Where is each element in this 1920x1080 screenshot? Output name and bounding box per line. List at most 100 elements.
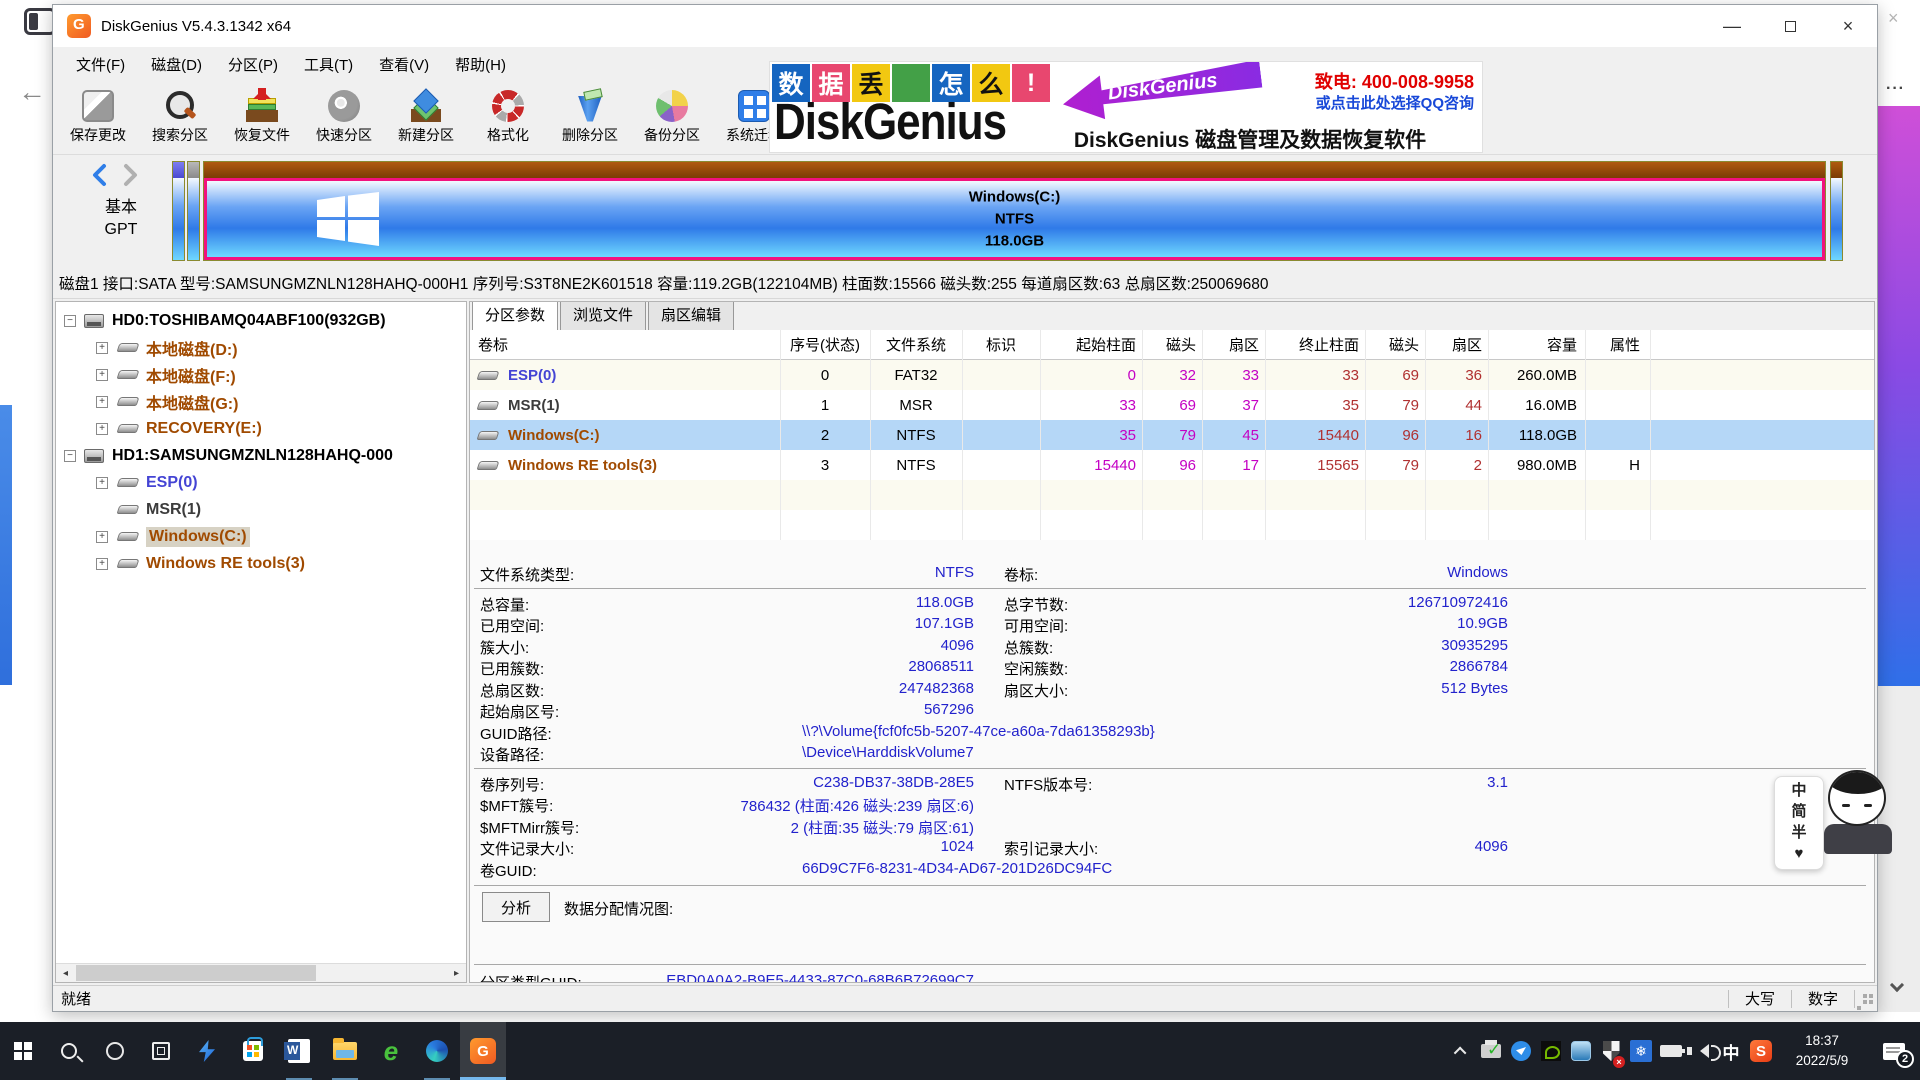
partition-icon bbox=[117, 478, 140, 487]
tree-item-msr[interactable]: MSR(1) bbox=[56, 496, 466, 523]
taskbar-app-diskgenius[interactable]: G bbox=[460, 1022, 506, 1080]
expand-icon[interactable]: + bbox=[96, 396, 108, 408]
battery-icon bbox=[1660, 1045, 1682, 1057]
taskbar-clock[interactable]: 18:372022/5/9 bbox=[1776, 1031, 1868, 1072]
action-center-button[interactable]: 2 bbox=[1868, 1022, 1920, 1080]
tray-sogou[interactable]: S bbox=[1746, 1022, 1776, 1080]
tray-app-blue[interactable] bbox=[1506, 1022, 1536, 1080]
partition-block-windows-c[interactable]: Windows(C:) NTFS 118.0GB bbox=[203, 161, 1826, 261]
table-row-msr[interactable]: MSR(1) 1 MSR 33 69 37 35 79 44 16.0MB bbox=[470, 390, 1874, 420]
table-row-esp[interactable]: ESP(0) 0 FAT32 0 32 33 33 69 36 260.0MB bbox=[470, 360, 1874, 390]
tab-sector-edit[interactable]: 扇区编辑 bbox=[648, 301, 734, 330]
delete-partition-icon bbox=[574, 90, 606, 122]
collapse-icon[interactable]: − bbox=[64, 315, 76, 327]
partition-block-msr[interactable] bbox=[187, 161, 200, 261]
ad-banner[interactable]: 数 据 丢 怎 么 ! DiskGenius DiskGenius 致电: 40… bbox=[769, 61, 1483, 153]
expand-icon[interactable]: + bbox=[96, 477, 108, 489]
partition-type-band bbox=[173, 162, 184, 178]
tree-item-local-g[interactable]: + 本地磁盘(G:) bbox=[56, 388, 466, 415]
expand-icon[interactable]: + bbox=[96, 369, 108, 381]
menu-tools[interactable]: 工具(T) bbox=[291, 50, 366, 79]
task-view-button[interactable] bbox=[138, 1022, 184, 1080]
start-button[interactable] bbox=[0, 1022, 46, 1080]
menu-partition[interactable]: 分区(P) bbox=[215, 50, 291, 79]
background-more-icon[interactable]: ··· bbox=[1886, 80, 1905, 98]
tray-nvidia[interactable] bbox=[1536, 1022, 1566, 1080]
horizontal-scrollbar[interactable]: ◂ ▸ bbox=[56, 963, 466, 982]
new-partition-button[interactable]: 新建分区 bbox=[385, 81, 467, 153]
disk-type-label: 基本 bbox=[89, 193, 153, 217]
tree-item-local-f[interactable]: + 本地磁盘(F:) bbox=[56, 361, 466, 388]
chevron-up-icon bbox=[1453, 1046, 1466, 1059]
analyze-button[interactable]: 分析 bbox=[482, 892, 550, 922]
tray-volume[interactable] bbox=[1686, 1022, 1716, 1080]
back-arrow-icon[interactable]: ← bbox=[18, 76, 46, 108]
partition-label: Windows(C:) NTFS 118.0GB bbox=[207, 186, 1822, 251]
delete-partition-button[interactable]: 删除分区 bbox=[549, 81, 631, 153]
tree-item-windows-re[interactable]: + Windows RE tools(3) bbox=[56, 550, 466, 577]
partition-block-re-tools[interactable] bbox=[1830, 161, 1843, 261]
table-row-windows-c-selected[interactable]: Windows(C:) 2 NTFS 35 79 45 15440 96 16 … bbox=[470, 420, 1874, 450]
tab-partition-params[interactable]: 分区参数 bbox=[472, 301, 558, 331]
tray-power[interactable] bbox=[1656, 1022, 1686, 1080]
tree-item-recovery-e[interactable]: + RECOVERY(E:) bbox=[56, 415, 466, 442]
tray-security[interactable]: × bbox=[1596, 1022, 1626, 1080]
expand-icon[interactable]: + bbox=[96, 423, 108, 435]
prev-disk-icon[interactable] bbox=[89, 163, 111, 187]
assistant-avatar[interactable] bbox=[1822, 764, 1894, 872]
tree-item-hd1[interactable]: − HD1:SAMSUNGMZNLN128HAHQ-000 bbox=[56, 442, 466, 469]
tray-expand-button[interactable] bbox=[1446, 1022, 1476, 1080]
search-partition-button[interactable]: 搜索分区 bbox=[139, 81, 221, 153]
maximize-button[interactable] bbox=[1761, 5, 1819, 47]
tray-ime-language[interactable]: 中 bbox=[1716, 1022, 1746, 1080]
menu-file[interactable]: 文件(F) bbox=[63, 50, 138, 79]
taskbar-app-word[interactable] bbox=[276, 1022, 322, 1080]
resize-grip[interactable] bbox=[1855, 986, 1877, 1011]
expand-icon[interactable]: + bbox=[96, 342, 108, 354]
taskbar-app-explorer[interactable] bbox=[322, 1022, 368, 1080]
close-button[interactable]: × bbox=[1819, 5, 1877, 47]
menu-disk[interactable]: 磁盘(D) bbox=[138, 50, 215, 79]
intel-icon bbox=[1571, 1041, 1591, 1061]
banner-qq-link[interactable]: 或点击此处选择QQ咨询 bbox=[1316, 92, 1474, 113]
save-changes-button[interactable]: 保存更改 bbox=[57, 81, 139, 153]
tray-freeze-tool[interactable]: ❄ bbox=[1626, 1022, 1656, 1080]
taskbar-app-edge[interactable] bbox=[414, 1022, 460, 1080]
banner-tile: ! bbox=[1012, 64, 1050, 102]
backup-partition-button[interactable]: 备份分区 bbox=[631, 81, 713, 153]
tree-item-windows-c[interactable]: + Windows(C:) bbox=[56, 523, 466, 550]
cortana-button[interactable] bbox=[92, 1022, 138, 1080]
expand-icon[interactable]: + bbox=[96, 558, 108, 570]
table-row-windows-re[interactable]: Windows RE tools(3) 3 NTFS 15440 96 17 1… bbox=[470, 450, 1874, 480]
tray-intel-graphics[interactable] bbox=[1566, 1022, 1596, 1080]
quick-partition-button[interactable]: 快速分区 bbox=[303, 81, 385, 153]
menu-help[interactable]: 帮助(H) bbox=[442, 50, 519, 79]
background-close-icon[interactable]: × bbox=[1888, 8, 1899, 29]
menu-view[interactable]: 查看(V) bbox=[366, 50, 442, 79]
collapse-icon[interactable]: − bbox=[64, 450, 76, 462]
diskgenius-window: G DiskGenius V5.4.3.1342 x64 — × 文件(F) 磁… bbox=[52, 4, 1878, 1012]
minimize-button[interactable]: — bbox=[1703, 5, 1761, 47]
taskbar-app-thunder[interactable] bbox=[184, 1022, 230, 1080]
chevron-down-icon[interactable] bbox=[1890, 978, 1904, 992]
expand-icon[interactable]: + bbox=[96, 531, 108, 543]
partition-type-band bbox=[1831, 162, 1842, 178]
ime-status-widget[interactable]: 中简 半♥ bbox=[1774, 776, 1824, 870]
format-button[interactable]: 格式化 bbox=[467, 81, 549, 153]
search-icon bbox=[164, 90, 196, 122]
tree-item-local-d[interactable]: + 本地磁盘(D:) bbox=[56, 334, 466, 361]
tab-browse-files[interactable]: 浏览文件 bbox=[560, 301, 646, 330]
taskbar-app-store[interactable] bbox=[230, 1022, 276, 1080]
scroll-right-icon[interactable]: ▸ bbox=[447, 964, 466, 982]
taskbar-app-ie[interactable]: e bbox=[368, 1022, 414, 1080]
table-row-empty bbox=[470, 510, 1874, 540]
taskbar-search-button[interactable] bbox=[46, 1022, 92, 1080]
tree-item-hd0[interactable]: − HD0:TOSHIBAMQ04ABF100(932GB) bbox=[56, 307, 466, 334]
scroll-left-icon[interactable]: ◂ bbox=[56, 964, 75, 982]
next-disk-icon[interactable] bbox=[119, 163, 141, 187]
tray-printer[interactable] bbox=[1476, 1022, 1506, 1080]
partition-block-esp[interactable] bbox=[172, 161, 185, 261]
tree-item-esp[interactable]: + ESP(0) bbox=[56, 469, 466, 496]
scrollbar-thumb[interactable] bbox=[76, 965, 316, 981]
recover-files-button[interactable]: 恢复文件 bbox=[221, 81, 303, 153]
